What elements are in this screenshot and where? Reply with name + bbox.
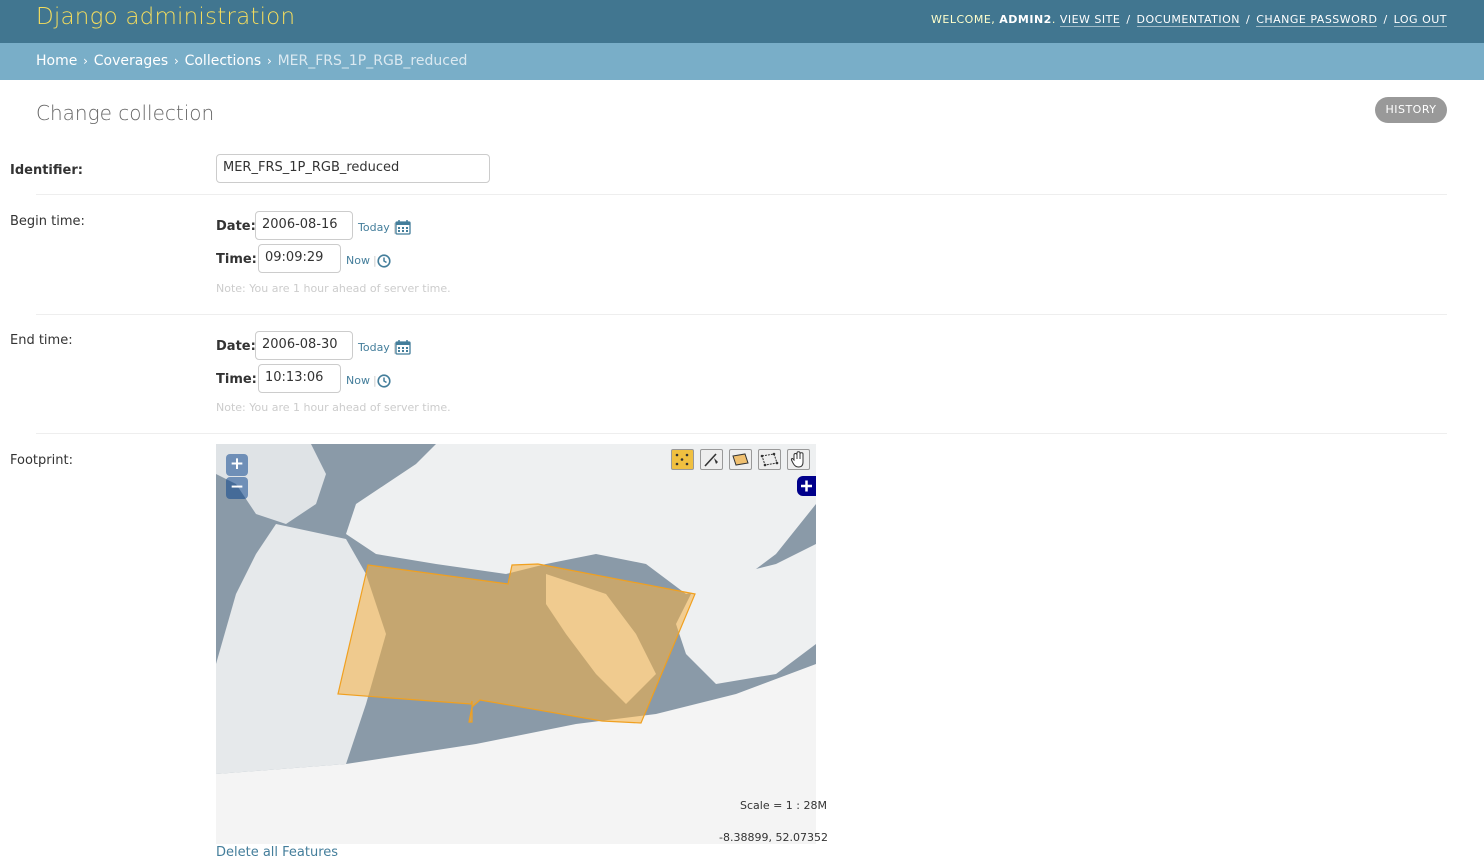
change-password-link[interactable]: CHANGE PASSWORD xyxy=(1256,13,1378,27)
breadcrumb-collections[interactable]: Collections xyxy=(185,53,262,69)
draw-polygon-tool-icon[interactable] xyxy=(729,449,752,470)
map-coordinates: -8.38899, 52.07352 xyxy=(719,831,828,844)
breadcrumb: Home › Coverages › Collections › MER_FRS… xyxy=(0,43,1484,80)
separator: / xyxy=(1383,13,1388,26)
breadcrumb-home[interactable]: Home xyxy=(36,53,77,69)
layer-switcher-icon[interactable] xyxy=(797,476,816,496)
view-site-link[interactable]: VIEW SITE xyxy=(1059,13,1121,27)
begin-time-shortcuts: Now | xyxy=(346,254,380,267)
breadcrumb-current: MER_FRS_1P_RGB_reduced xyxy=(277,53,468,69)
history-button[interactable]: HISTORY xyxy=(1375,97,1447,123)
separator: / xyxy=(1245,13,1251,26)
begin-time-input[interactable]: 09:09:29 xyxy=(258,244,341,273)
username: ADMIN2 xyxy=(999,13,1052,26)
user-tools: WELCOME, ADMIN2. VIEW SITE / DOCUMENTATI… xyxy=(931,13,1447,27)
documentation-link[interactable]: DOCUMENTATION xyxy=(1136,13,1240,27)
breadcrumb-separator: › xyxy=(263,54,276,68)
end-time-note: Note: You are 1 hour ahead of server tim… xyxy=(216,401,451,414)
zoom-out-button[interactable]: − xyxy=(226,477,248,499)
end-time-label: End time: xyxy=(10,333,73,348)
site-branding[interactable]: Django administration xyxy=(36,4,295,30)
end-now-link[interactable]: Now xyxy=(346,374,370,387)
begin-time-note: Note: You are 1 hour ahead of server tim… xyxy=(216,282,451,295)
end-time-input[interactable]: 10:13:06 xyxy=(258,364,341,393)
end-date-label: Date: xyxy=(216,339,256,354)
draw-point-tool-icon[interactable] xyxy=(700,449,723,470)
page-title: Change collection xyxy=(36,101,215,125)
zoom-in-button[interactable]: + xyxy=(226,454,248,476)
identifier-label: Identifier: xyxy=(10,163,83,178)
select-tool-icon[interactable] xyxy=(671,449,694,470)
modify-tool-icon[interactable] xyxy=(758,449,781,470)
end-today-link[interactable]: Today xyxy=(358,341,390,354)
header: Django administration WELCOME, ADMIN2. V… xyxy=(0,0,1484,43)
footprint-map[interactable] xyxy=(216,444,816,844)
breadcrumb-coverages[interactable]: Coverages xyxy=(94,53,168,69)
identifier-input[interactable]: MER_FRS_1P_RGB_reduced xyxy=(216,154,490,183)
end-date-shortcuts: Today | xyxy=(358,341,400,354)
begin-date-input[interactable]: 2006-08-16 xyxy=(255,211,353,240)
begin-now-link[interactable]: Now xyxy=(346,254,370,267)
map-scale: Scale = 1 : 28M xyxy=(740,799,827,812)
footprint-label: Footprint: xyxy=(10,453,73,468)
clock-icon[interactable] xyxy=(377,374,391,388)
map-canvas[interactable] xyxy=(216,444,816,844)
begin-date-shortcuts: Today | xyxy=(358,221,400,234)
breadcrumb-separator: › xyxy=(79,54,92,68)
pan-hand-icon[interactable] xyxy=(787,449,810,470)
begin-time-sub-label: Time: xyxy=(216,252,257,267)
clock-icon[interactable] xyxy=(377,254,391,268)
calendar-icon[interactable] xyxy=(395,339,411,355)
breadcrumb-separator: › xyxy=(170,54,183,68)
separator: / xyxy=(1126,13,1131,26)
begin-date-label: Date: xyxy=(216,219,256,234)
begin-today-link[interactable]: Today xyxy=(358,221,390,234)
end-time-sub-label: Time: xyxy=(216,372,257,387)
logout-link[interactable]: LOG OUT xyxy=(1393,13,1447,27)
calendar-icon[interactable] xyxy=(395,219,411,235)
begin-time-label: Begin time: xyxy=(10,214,85,229)
end-date-input[interactable]: 2006-08-30 xyxy=(255,331,353,360)
end-time-shortcuts: Now | xyxy=(346,374,380,387)
welcome-text: WELCOME, xyxy=(931,13,996,26)
